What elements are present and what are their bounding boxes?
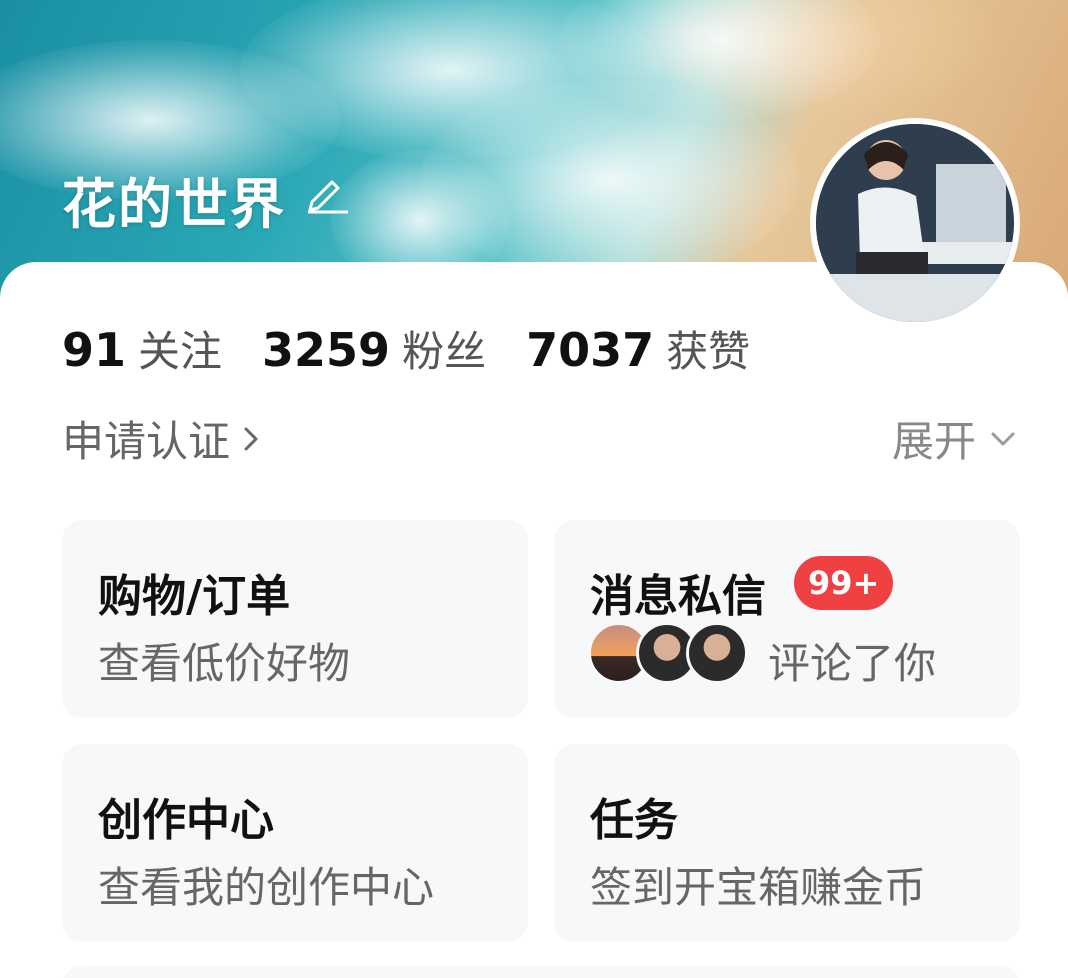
tile-subtitle: 评论了你 <box>768 639 937 688</box>
username: 花的世界 <box>62 173 286 236</box>
verify-label: 申请认证 <box>62 417 231 466</box>
tile-subtitle: 签到开宝箱赚金币 <box>590 863 927 912</box>
edit-icon[interactable] <box>302 170 352 214</box>
tile-title: 任务 <box>590 795 678 846</box>
tile-messages[interactable]: 消息私信 99+ 评论了你 <box>554 520 1020 718</box>
followers-label: 粉丝 <box>402 327 487 376</box>
profile-stats: 91 关注 3259 粉丝 7037 获赞 <box>62 318 790 379</box>
chevron-right-icon <box>244 427 258 450</box>
avatar-illustration <box>816 124 1014 322</box>
tile-title: 购物/订单 <box>98 571 291 622</box>
tile-title: 创作中心 <box>98 795 274 846</box>
chevron-down-icon <box>991 432 1015 445</box>
avatar <box>686 622 748 684</box>
expand-label: 展开 <box>891 417 976 466</box>
tile-tasks[interactable]: 任务 签到开宝箱赚金币 <box>554 744 1020 942</box>
unread-badge: 99+ <box>794 556 894 610</box>
stat-following[interactable]: 91 关注 <box>62 318 222 379</box>
tile-title: 消息私信 <box>590 571 766 622</box>
next-tile-edge <box>62 966 1020 978</box>
likes-count: 7037 <box>526 323 655 377</box>
stat-followers[interactable]: 3259 粉丝 <box>262 318 486 379</box>
commenter-avatars <box>588 622 758 686</box>
followers-count: 3259 <box>262 323 391 377</box>
stat-likes[interactable]: 7037 获赞 <box>526 318 750 379</box>
tile-creator-center[interactable]: 创作中心 查看我的创作中心 <box>62 744 528 942</box>
tile-subtitle: 查看我的创作中心 <box>98 863 435 912</box>
tile-subtitle: 查看低价好物 <box>98 639 351 688</box>
tile-shopping-orders[interactable]: 购物/订单 查看低价好物 <box>62 520 528 718</box>
apply-verification-link[interactable]: 申请认证 <box>62 408 260 469</box>
following-count: 91 <box>62 323 127 377</box>
avatar[interactable] <box>810 118 1020 328</box>
following-label: 关注 <box>138 327 223 376</box>
expand-button[interactable]: 展开 <box>892 408 1016 469</box>
likes-label: 获赞 <box>666 327 751 376</box>
